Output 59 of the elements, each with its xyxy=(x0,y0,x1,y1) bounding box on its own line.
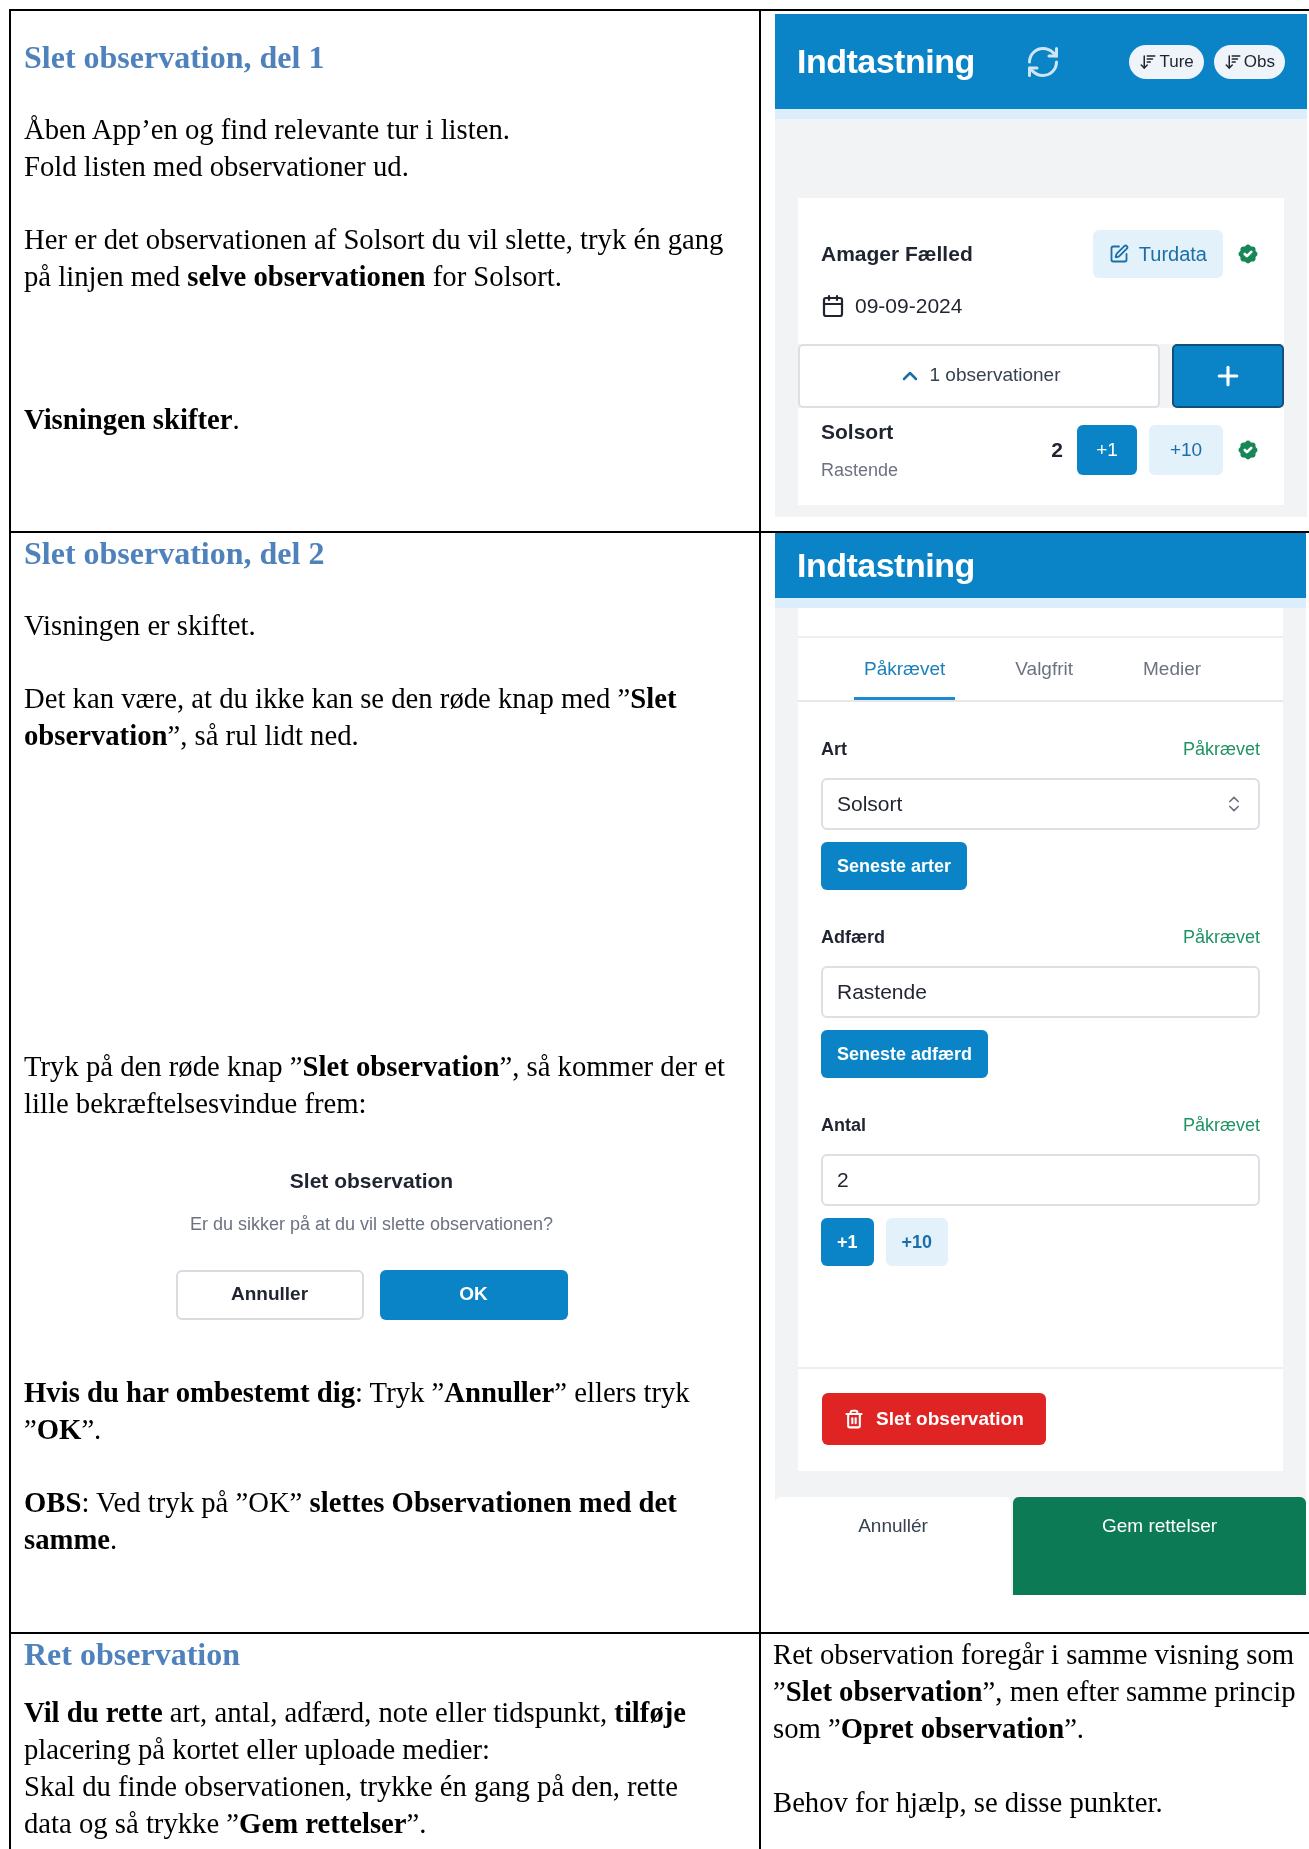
section-heading: Slet observation, del 1 xyxy=(24,38,326,77)
cancel-button[interactable]: Annuller xyxy=(175,1269,364,1320)
input-field[interactable]: 2 xyxy=(821,1154,1260,1206)
paragraph: Det kan være, at du ikke kan se den røde knap med ”Slet observation”, så rul lidt ned. xyxy=(24,681,678,753)
field-label: Antal xyxy=(821,1114,866,1137)
recent-button[interactable]: Seneste adfærd xyxy=(821,1030,989,1078)
trip-name: Amager Fælled xyxy=(821,241,973,268)
paragraph: Visningen skifter. xyxy=(24,402,241,437)
species-select[interactable]: Solsort xyxy=(821,778,1260,830)
ok-button[interactable]: OK xyxy=(379,1269,568,1320)
save-button[interactable]: Gem rettelser xyxy=(1013,1497,1306,1595)
app-title: Indtastning xyxy=(797,545,975,586)
required-label: Påkrævet xyxy=(1182,926,1260,949)
paragraph: Hvis du har ombestemt dig: Tryk ”Annuller” ellers tryk ”OK”. xyxy=(24,1374,691,1447)
sort-icon xyxy=(1223,52,1242,71)
dialog-title: Slet observation xyxy=(289,1168,454,1194)
required-label: Påkrævet xyxy=(1182,738,1260,761)
sort-button[interactable]: Ture xyxy=(1129,44,1204,79)
paragraph: Visningen er skiftet. xyxy=(24,608,257,643)
verified-badge-icon xyxy=(1235,241,1261,267)
add-button[interactable] xyxy=(1172,343,1284,408)
paragraph: Her er det observationen af Solsort du vil slette, tryk én gang på linjen med selve observationen for Solsort. xyxy=(24,222,725,294)
species-name: Solsort xyxy=(821,418,895,445)
behaviour-text: Rastende xyxy=(821,459,899,482)
paragraph: Tryk på den røde knap ”Slet observation”, så kommer der et lille bekræftelsesvindue frem: xyxy=(24,1049,726,1121)
sort-icon xyxy=(1139,52,1158,71)
app-title: Indtastning xyxy=(797,41,975,82)
increment-button[interactable]: +1 xyxy=(821,1218,874,1266)
field-label: Art xyxy=(821,738,847,761)
edit-trip-button[interactable]: Turdata xyxy=(1092,230,1223,278)
increment-button[interactable]: +10 xyxy=(1149,424,1223,475)
paragraph: Åben App’en og find relevante tur i listen. xyxy=(24,112,511,147)
tab[interactable]: Medier xyxy=(1133,638,1212,700)
tab[interactable]: Valgfrit xyxy=(1005,638,1084,700)
edit-icon xyxy=(1108,244,1129,264)
calendar-icon xyxy=(821,293,845,318)
required-label: Påkrævet xyxy=(1182,1114,1260,1137)
paragraph: Ret observation foregår i samme visning som ”Slet observation”, men efter samme princip som ”Opret observation”. xyxy=(773,1637,1297,1746)
trip-date: 09-09-2024 xyxy=(855,293,963,319)
count-value: 2 xyxy=(1051,437,1063,463)
tab[interactable]: Påkrævet xyxy=(854,638,956,700)
field-label: Adfærd xyxy=(821,926,885,949)
paragraph: Fold listen med observationer ud. xyxy=(24,149,410,184)
trash-icon xyxy=(844,1409,864,1429)
paragraph: Skal du finde observationen, trykke én gang på den, rette data og så trykke ”Gem rettelser”. xyxy=(24,1769,680,1841)
observations-toggle[interactable]: 1 observationer xyxy=(798,343,1160,408)
paragraph: Behov for hjælp, se disse punkter. xyxy=(773,1785,1164,1820)
dialog-message: Er du sikker på at du vil slette observationen? xyxy=(189,1212,554,1236)
section-heading: Ret observation xyxy=(24,1635,241,1674)
section-heading: Slet observation, del 2 xyxy=(24,534,326,573)
increment-button[interactable]: +10 xyxy=(885,1218,949,1266)
cancel-button[interactable]: Annullér xyxy=(775,1497,1011,1595)
delete-button[interactable]: Slet observation xyxy=(822,1393,1046,1445)
input-field[interactable]: Rastende xyxy=(821,966,1260,1018)
paragraph: OBS: Ved tryk på ”OK” slettes Observationen med det samme. xyxy=(24,1484,678,1557)
increment-button[interactable]: +1 xyxy=(1077,424,1137,475)
sort-button[interactable]: Obs xyxy=(1213,44,1285,79)
recent-button[interactable]: Seneste arter xyxy=(821,842,968,890)
paragraph: Vil du rette art, antal, adfærd, note eller tidspunkt, tilføje placering på kortet eller uploade medier: xyxy=(24,1695,688,1767)
